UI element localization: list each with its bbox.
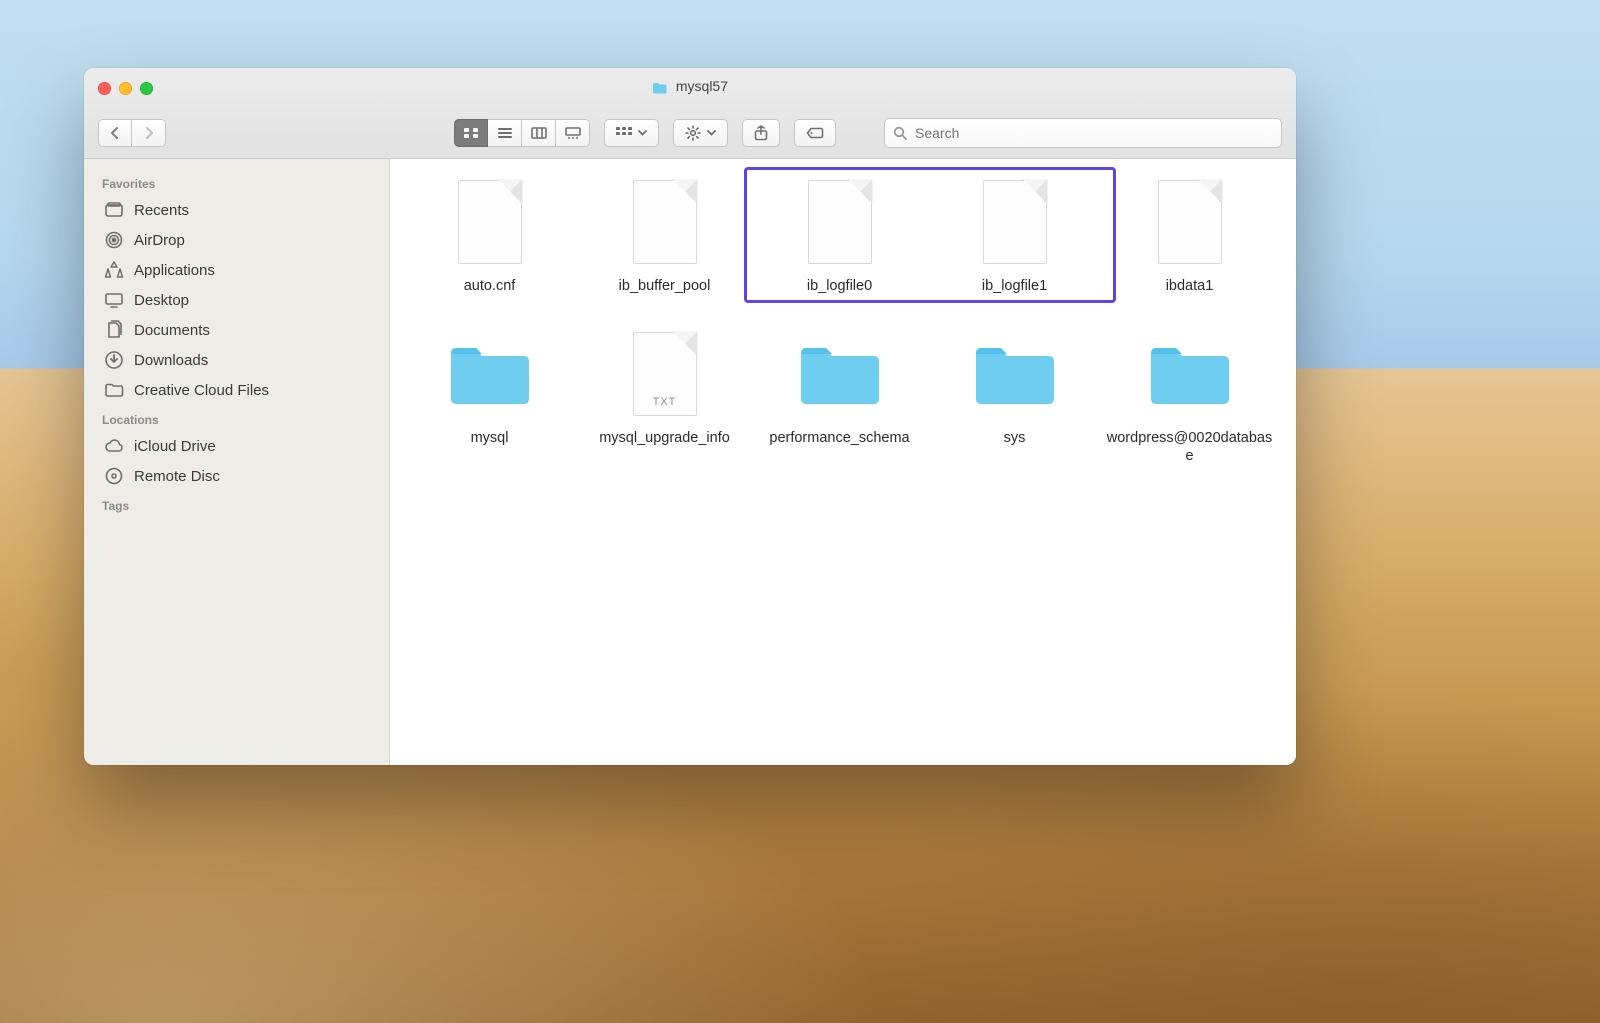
folder-icon xyxy=(652,81,668,94)
sidebar-item-label: Remote Disc xyxy=(134,468,220,485)
folder-item[interactable]: mysql xyxy=(402,323,577,465)
sidebar-item-label: Recents xyxy=(134,202,189,219)
folder-item[interactable]: wordpress@0020database xyxy=(1102,323,1277,465)
folder-item[interactable]: performance_schema xyxy=(752,323,927,465)
item-name: mysql xyxy=(402,429,577,447)
window-body: Favorites Recents AirDrop Applications D… xyxy=(84,159,1296,765)
forward-button[interactable] xyxy=(132,119,166,147)
share-button[interactable] xyxy=(742,119,780,147)
icon-view-button[interactable] xyxy=(454,119,488,147)
folder-item[interactable]: sys xyxy=(927,323,1102,465)
item-name: performance_schema xyxy=(752,429,927,447)
gallery-icon xyxy=(565,127,581,139)
file-item[interactable]: ib_logfile0 xyxy=(752,171,927,295)
file-icon: TXT xyxy=(577,323,752,425)
file-icon xyxy=(927,171,1102,273)
sidebar-item-remote-disc[interactable]: Remote Disc xyxy=(96,461,381,491)
folder-icon xyxy=(927,323,1102,425)
list-view-button[interactable] xyxy=(488,119,522,147)
folder-icon xyxy=(104,380,124,400)
window-title: mysql57 xyxy=(84,78,1296,94)
grid-dropdown-icon xyxy=(616,127,632,139)
chevron-down-icon xyxy=(638,130,647,136)
view-switcher xyxy=(454,119,590,147)
search-input[interactable] xyxy=(913,124,1273,142)
item-name: mysql_upgrade_info xyxy=(577,429,752,447)
file-item[interactable]: ib_logfile1 xyxy=(927,171,1102,295)
sidebar-item-label: Creative Cloud Files xyxy=(134,382,269,399)
back-button[interactable] xyxy=(98,119,132,147)
search-icon xyxy=(893,126,907,140)
sidebar-item-label: Applications xyxy=(134,262,215,279)
sidebar-item-label: AirDrop xyxy=(134,232,185,249)
window-title-text: mysql57 xyxy=(676,78,728,94)
search-field[interactable] xyxy=(884,118,1282,148)
sidebar-section-label: Locations xyxy=(102,413,375,427)
folder-icon xyxy=(1102,323,1277,425)
file-icon xyxy=(577,171,752,273)
content-area[interactable]: auto.cnfib_buffer_poolib_logfile0ib_logf… xyxy=(390,159,1296,765)
file-item[interactable]: ib_buffer_pool xyxy=(577,171,752,295)
applications-icon xyxy=(104,260,124,280)
sidebar-section-label: Favorites xyxy=(102,177,375,191)
chevron-down-icon xyxy=(707,130,716,136)
disc-icon xyxy=(104,466,124,486)
file-icon xyxy=(402,171,577,273)
item-name: ibdata1 xyxy=(1102,277,1277,295)
gear-icon xyxy=(685,125,701,141)
item-name: auto.cnf xyxy=(402,277,577,295)
grid-icon xyxy=(463,127,479,139)
desktop-background: mysql57 xyxy=(0,0,1600,1023)
item-name: ib_buffer_pool xyxy=(577,277,752,295)
sidebar-item-creative-cloud[interactable]: Creative Cloud Files xyxy=(96,375,381,405)
sidebar-item-airdrop[interactable]: AirDrop xyxy=(96,225,381,255)
window-chrome: mysql57 xyxy=(84,68,1296,159)
file-grid: auto.cnfib_buffer_poolib_logfile0ib_logf… xyxy=(402,171,1284,465)
sidebar-item-downloads[interactable]: Downloads xyxy=(96,345,381,375)
item-name: sys xyxy=(927,429,1102,447)
sidebar-item-label: iCloud Drive xyxy=(134,438,216,455)
chevron-left-icon xyxy=(109,127,121,139)
sidebar-item-label: Downloads xyxy=(134,352,208,369)
file-item[interactable]: auto.cnf xyxy=(402,171,577,295)
downloads-icon xyxy=(104,350,124,370)
column-view-button[interactable] xyxy=(522,119,556,147)
sidebar: Favorites Recents AirDrop Applications D… xyxy=(84,159,390,765)
tag-icon xyxy=(806,127,824,139)
folder-icon xyxy=(402,323,577,425)
file-icon xyxy=(752,171,927,273)
tags-button[interactable] xyxy=(794,119,836,147)
finder-window: mysql57 xyxy=(84,68,1296,765)
list-icon xyxy=(497,127,513,139)
item-name: wordpress@0020database xyxy=(1102,429,1277,465)
chevron-right-icon xyxy=(143,127,155,139)
folder-icon xyxy=(752,323,927,425)
file-item[interactable]: ibdata1 xyxy=(1102,171,1277,295)
gallery-view-button[interactable] xyxy=(556,119,590,147)
file-item[interactable]: TXT mysql_upgrade_info xyxy=(577,323,752,465)
airdrop-icon xyxy=(104,230,124,250)
sidebar-section-label: Tags xyxy=(102,499,375,513)
action-menu[interactable] xyxy=(673,119,728,147)
nav-group xyxy=(98,119,166,147)
cloud-icon xyxy=(104,436,124,456)
sidebar-item-desktop[interactable]: Desktop xyxy=(96,285,381,315)
toolbar xyxy=(98,118,1282,148)
sidebar-item-recents[interactable]: Recents xyxy=(96,195,381,225)
file-icon xyxy=(1102,171,1277,273)
sidebar-item-applications[interactable]: Applications xyxy=(96,255,381,285)
item-name: ib_logfile1 xyxy=(927,277,1102,295)
sidebar-item-label: Desktop xyxy=(134,292,189,309)
item-name: ib_logfile0 xyxy=(752,277,927,295)
arrange-menu[interactable] xyxy=(604,119,659,147)
columns-icon xyxy=(531,127,547,139)
desktop-icon xyxy=(104,290,124,310)
sidebar-item-documents[interactable]: Documents xyxy=(96,315,381,345)
sidebar-item-icloud[interactable]: iCloud Drive xyxy=(96,431,381,461)
documents-icon xyxy=(104,320,124,340)
share-icon xyxy=(754,125,768,141)
recents-icon xyxy=(104,200,124,220)
sidebar-item-label: Documents xyxy=(134,322,210,339)
